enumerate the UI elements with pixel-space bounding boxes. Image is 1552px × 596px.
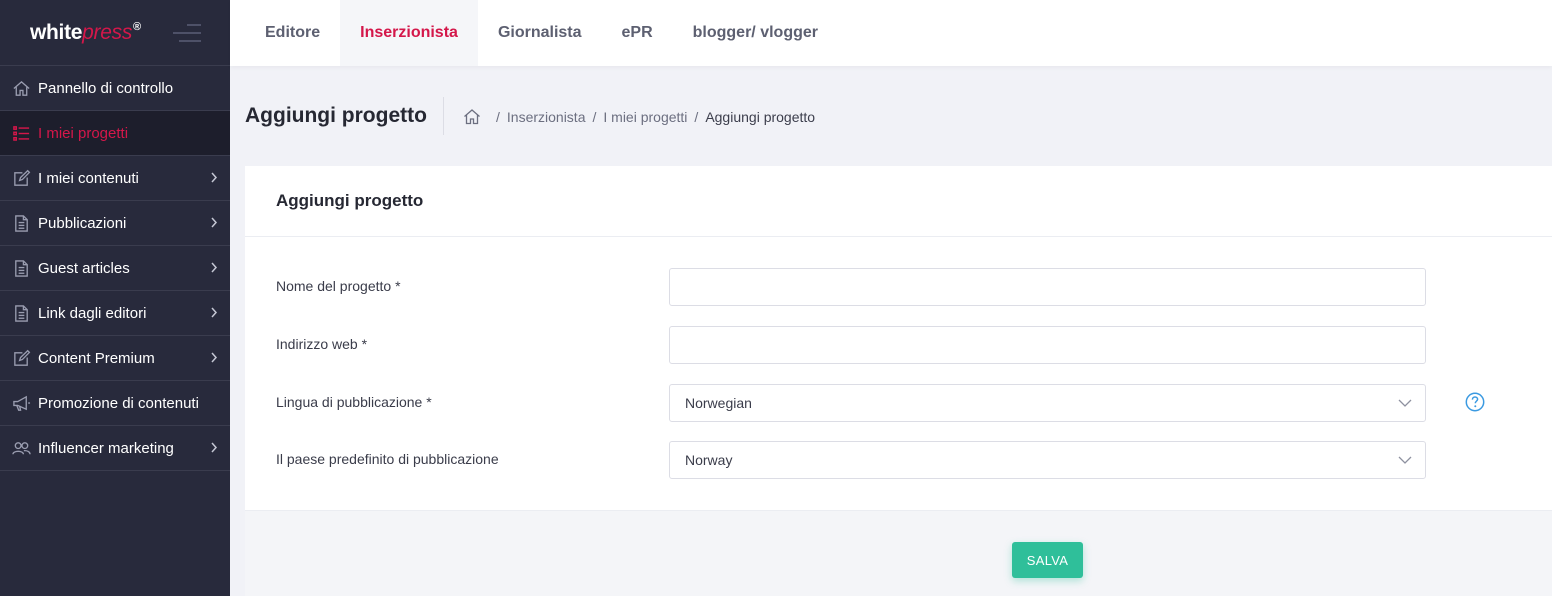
whitepress-logo[interactable]: whitepress®	[30, 21, 141, 45]
language-label: Lingua di pubblicazione *	[276, 394, 432, 410]
sidebar-item-contenuti[interactable]: I miei contenuti	[0, 156, 230, 201]
project-name-input[interactable]	[669, 268, 1426, 306]
document-icon	[11, 258, 31, 278]
sidebar-item-label: Pannello di controllo	[38, 79, 174, 97]
sidebar-item-label: I miei contenuti	[38, 169, 139, 187]
megaphone-icon	[11, 393, 31, 413]
country-label: Il paese predefinito di pubblicazione	[276, 451, 499, 467]
sidebar-item-label: Pubblicazioni	[38, 214, 127, 232]
language-select[interactable]: Norwegian	[669, 384, 1426, 422]
form-row-language: Lingua di pubblicazione * Norwegian	[245, 384, 1552, 422]
title-divider	[443, 97, 444, 135]
breadcrumb: / Inserzionista / I miei progetti / Aggi…	[463, 108, 815, 125]
top-nav: Editore Inserzionista Giornalista ePR bl…	[230, 0, 1552, 66]
tab-giornalista[interactable]: Giornalista	[478, 0, 602, 66]
chevron-down-icon	[1398, 456, 1412, 464]
sidebar-item-content-premium[interactable]: Content Premium	[0, 336, 230, 381]
home-icon[interactable]	[463, 108, 481, 125]
chevron-right-icon	[211, 172, 218, 183]
tab-editore[interactable]: Editore	[245, 0, 340, 66]
help-icon[interactable]	[1465, 392, 1485, 412]
page-title: Aggiungi progetto	[245, 104, 427, 127]
sidebar-item-promozione[interactable]: Promozione di contenuti	[0, 381, 230, 426]
add-project-card: Aggiungi progetto Nome del progetto * In…	[245, 166, 1552, 596]
logo-press-text: press	[82, 20, 133, 44]
tab-blogger-vlogger[interactable]: blogger/ vlogger	[673, 0, 838, 66]
home-icon	[11, 78, 31, 98]
form-row-web-address: Indirizzo web *	[245, 326, 1552, 364]
web-address-input[interactable]	[669, 326, 1426, 364]
form-row-country: Il paese predefinito di pubblicazione No…	[245, 441, 1552, 479]
chevron-down-icon	[1398, 399, 1412, 407]
breadcrumb-miei-progetti[interactable]: I miei progetti	[603, 109, 687, 125]
sidebar-item-influencer[interactable]: Influencer marketing	[0, 426, 230, 471]
users-icon	[11, 438, 31, 458]
breadcrumb-inserzionista[interactable]: Inserzionista	[507, 109, 586, 125]
save-button[interactable]: SALVA	[1012, 542, 1083, 578]
logo-white-text: white	[30, 20, 83, 44]
sidebar: whitepress® Pannello di controllo I miei…	[0, 0, 230, 596]
card-title: Aggiungi progetto	[245, 166, 1552, 237]
country-select-value: Norway	[685, 452, 733, 468]
brand-header: whitepress®	[0, 0, 230, 66]
chevron-right-icon	[211, 217, 218, 228]
sidebar-item-label: Promozione di contenuti	[38, 394, 199, 412]
chevron-right-icon	[211, 307, 218, 318]
project-name-label: Nome del progetto *	[276, 278, 401, 294]
breadcrumb-separator: /	[496, 108, 500, 125]
list-icon	[11, 123, 31, 143]
tab-epr[interactable]: ePR	[602, 0, 673, 66]
chevron-right-icon	[211, 262, 218, 273]
card-footer: SALVA	[245, 510, 1552, 596]
web-address-label: Indirizzo web *	[276, 336, 368, 352]
sidebar-item-pannello[interactable]: Pannello di controllo	[0, 66, 230, 111]
sidebar-item-label: Guest articles	[38, 259, 130, 277]
logo-registered-mark: ®	[133, 20, 141, 33]
form-row-project-name: Nome del progetto *	[245, 268, 1552, 306]
breadcrumb-current: Aggiungi progetto	[705, 108, 816, 125]
document-icon	[11, 213, 31, 233]
tab-inserzionista[interactable]: Inserzionista	[340, 0, 478, 66]
sidebar-item-label: Influencer marketing	[38, 439, 174, 457]
breadcrumb-separator: /	[694, 108, 699, 125]
edit-icon	[11, 348, 31, 368]
chevron-right-icon	[211, 442, 218, 453]
sidebar-item-progetti[interactable]: I miei progetti	[0, 111, 230, 156]
chevron-right-icon	[211, 352, 218, 363]
sidebar-item-pubblicazioni[interactable]: Pubblicazioni	[0, 201, 230, 246]
country-select[interactable]: Norway	[669, 441, 1426, 479]
sidebar-item-guest-articles[interactable]: Guest articles	[0, 246, 230, 291]
sidebar-item-label: I miei progetti	[38, 124, 129, 142]
language-select-value: Norwegian	[685, 395, 752, 411]
sidebar-item-label: Link dagli editori	[38, 304, 147, 322]
menu-toggle-icon[interactable]	[173, 24, 201, 42]
sidebar-item-label: Content Premium	[38, 349, 155, 367]
edit-icon	[11, 168, 31, 188]
breadcrumb-separator: /	[592, 108, 597, 125]
document-icon	[11, 303, 31, 323]
sidebar-item-link-editori[interactable]: Link dagli editori	[0, 291, 230, 336]
